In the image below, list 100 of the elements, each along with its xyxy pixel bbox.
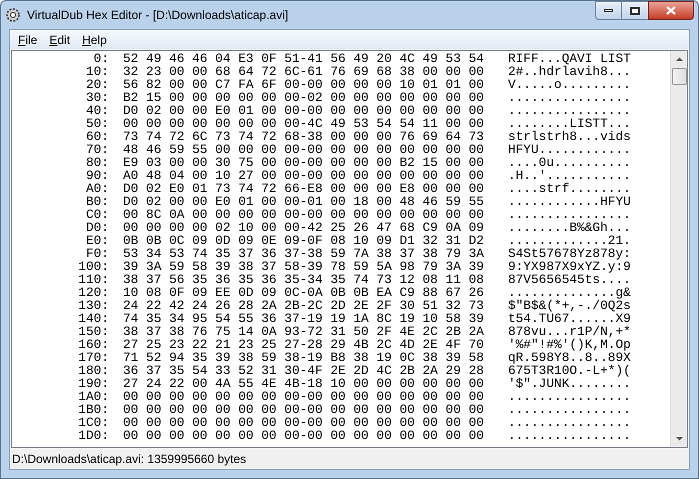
- ascii-text: ................: [508, 91, 631, 104]
- scroll-bar[interactable]: [670, 51, 687, 447]
- offset-label: 1C0:: [77, 416, 109, 429]
- ascii-text: '%#"!#%'()K,M.Op: [508, 338, 631, 351]
- ascii-text: HFYU............: [508, 143, 631, 156]
- hex-bytes: E9 03 00 00 30 75 00 00-00 00 00 00 B2 15 00 00: [123, 156, 484, 169]
- offset-label: E0:: [84, 234, 109, 247]
- hex-bytes: 53 34 53 74 35 37 36 37-38 59 7A 38 37 38 79 3A: [123, 247, 484, 260]
- offset-label: 190:: [77, 377, 109, 390]
- hex-bytes: 36 37 35 54 33 52 31 30-4F 2E 2D 4C 2B 2A 29 28: [123, 364, 484, 377]
- hex-bytes: 10 08 0F 09 EE 0D 09 0C-0A 0B 0B EA C9 88 67 26: [123, 286, 484, 299]
- hex-bytes: 00 00 00 00 00 00 00 00-00 00 00 00 00 00 00 00: [123, 416, 484, 429]
- menu-item[interactable]: Help: [76, 30, 113, 48]
- ascii-text: ................: [508, 390, 631, 403]
- offset-label: 180:: [77, 364, 109, 377]
- hex-bytes: 27 24 22 00 4A 55 4E 4B-18 10 00 00 00 00 00 00: [123, 377, 484, 390]
- minimize-button[interactable]: [595, 1, 622, 20]
- offset-label: 90:: [84, 169, 109, 182]
- hex-bytes: 27 25 23 22 21 23 25 27-28 29 4B 2C 4D 2E 4F 70: [123, 338, 484, 351]
- ascii-text: $"B$&(*+,-./0Q2s: [508, 299, 631, 312]
- scroll-thumb[interactable]: [672, 68, 686, 85]
- hex-bytes: 56 82 00 00 C7 FA 6F 00-00 00 00 00 10 01 01 00: [123, 78, 484, 91]
- close-icon: [666, 6, 676, 15]
- offset-label: 120:: [77, 286, 109, 299]
- ascii-text: 878vu...r1P/N,+*: [508, 325, 631, 338]
- offset-label: 60:: [84, 130, 109, 143]
- offset-label: 140:: [77, 312, 109, 325]
- hex-bytes: 24 22 42 24 26 28 2A 2B-2C 2D 2E 2F 30 51 32 73: [123, 299, 484, 312]
- hex-bytes: 00 8C 0A 00 00 00 00 00-00 00 00 00 00 00 00 00: [123, 208, 484, 221]
- ascii-text: ................: [508, 104, 631, 117]
- offset-label: 100:: [77, 260, 109, 273]
- ascii-text: .H..'...........: [508, 169, 631, 182]
- offset-label: C0:: [84, 208, 109, 221]
- maximize-button[interactable]: [622, 1, 648, 20]
- offset-label: 10:: [84, 65, 109, 78]
- ascii-text: ................: [508, 208, 631, 221]
- offset-label: 1D0:: [77, 429, 109, 442]
- hex-bytes: 0B 0B 0C 09 0D 09 0E 09-0F 08 10 09 D1 32 31 D2: [123, 234, 484, 247]
- offset-label: D0:: [84, 221, 109, 234]
- offset-label: 1B0:: [77, 403, 109, 416]
- hex-bytes: A0 48 04 00 10 27 00 00-00 00 00 00 00 00 00 00: [123, 169, 484, 182]
- offset-label: 150:: [77, 325, 109, 338]
- offset-label: 40:: [84, 104, 109, 117]
- offset-label: 110:: [77, 273, 109, 286]
- ascii-text: ..............g&: [508, 286, 631, 299]
- ascii-text: ....strf........: [508, 182, 631, 195]
- hex-bytes: 00 00 00 00 00 00 00 00-00 00 00 00 00 00 00 00: [123, 403, 484, 416]
- ascii-text: ........B%&Gh...: [508, 221, 631, 234]
- ascii-text: ........LISTT...: [508, 117, 631, 130]
- offset-label: B0:: [84, 195, 109, 208]
- ascii-text: 9:YX987X9xYZ.y:9: [508, 260, 631, 273]
- offset-label: 70:: [84, 143, 109, 156]
- window-title: VirtualDub Hex Editor - [D:\Downloads\aticap.avi]: [27, 7, 288, 24]
- hex-bytes: 74 35 34 95 54 55 36 37-19 19 1A 8C 19 10 58 39: [123, 312, 484, 325]
- offset-label: 1A0:: [77, 390, 109, 403]
- hex-bytes: 73 74 72 6C 73 74 72 68-38 00 00 00 76 69 64 73: [123, 130, 484, 143]
- close-button[interactable]: [648, 1, 694, 20]
- menu-item[interactable]: File: [12, 30, 44, 48]
- ascii-text: 2#..hdrlavih8...: [508, 65, 631, 78]
- hex-bytes: 38 37 38 76 75 14 0A 93-72 31 50 2F 4E 2C 2B 2A: [123, 325, 484, 338]
- ascii-text: ................: [508, 403, 631, 416]
- hex-bytes: B2 15 00 00 00 00 00 00-02 00 00 00 00 00 00 00: [123, 91, 484, 104]
- status-text: D:\Downloads\aticap.avi: 1359995660 bytes: [12, 450, 246, 468]
- offset-label: 170:: [77, 351, 109, 364]
- offset-label: 30:: [84, 91, 109, 104]
- hex-bytes: 38 37 56 35 36 35 36 35-34 35 74 73 12 08 11 08: [123, 273, 484, 286]
- hex-bytes: 00 00 00 00 02 10 00 00-42 25 26 47 68 C9 0A 09: [123, 221, 484, 234]
- offset-label: 20:: [84, 78, 109, 91]
- hex-bytes: 52 49 46 46 04 E3 0F 51-41 56 49 20 4C 49 53 54: [123, 52, 484, 65]
- hex-bytes: 00 00 00 00 00 00 00 00-00 00 00 00 00 00 00 00: [123, 429, 484, 442]
- hex-bytes: 48 46 59 55 00 00 00 00-00 00 00 00 00 00 00 00: [123, 143, 484, 156]
- hex-bytes: 32 23 00 00 68 64 72 6C-61 76 69 68 38 00 00 00: [123, 65, 484, 78]
- ascii-text: ....0u..........: [508, 156, 631, 169]
- offset-label: A0:: [84, 182, 109, 195]
- ascii-text: 87V5656545ts....: [508, 273, 631, 286]
- offset-label: 130:: [77, 299, 109, 312]
- ascii-text: '$".JUNK........: [508, 377, 631, 390]
- ascii-text: RIFF...QAVI LIST: [508, 52, 631, 65]
- offset-label: 160:: [77, 338, 109, 351]
- offset-label: 0:: [92, 52, 109, 65]
- ascii-text: 675T3R10O.-L+*)(: [508, 364, 631, 377]
- hex-bytes: 39 3A 59 58 39 38 37 58-39 78 59 5A 98 79 3A 39: [123, 260, 484, 273]
- ascii-text: V.....o.........: [508, 78, 631, 91]
- hex-bytes: D0 02 E0 01 73 74 72 66-E8 00 00 00 E8 00 00 00: [123, 182, 484, 195]
- hex-bytes: 71 52 94 35 39 38 59 38-19 B8 38 19 0C 38 39 58: [123, 351, 484, 364]
- ascii-text: strlstrh8...vids: [508, 130, 631, 143]
- ascii-text: t54.TU67......X9: [508, 312, 631, 325]
- hex-bytes: D0 02 00 00 E0 01 00 00-00 00 00 00 00 00 00 00: [123, 104, 484, 117]
- ascii-text: .............21.: [508, 234, 631, 247]
- hex-bytes: 00 00 00 00 00 00 00 00-4C 49 53 54 54 11 00 00: [123, 117, 484, 130]
- hex-bytes: D0 02 00 00 E0 01 00 00-01 00 18 00 48 46 59 55: [123, 195, 484, 208]
- hex-bytes: 00 00 00 00 00 00 00 00-00 00 00 00 00 00 00 00: [123, 390, 484, 403]
- offset-label: 80:: [84, 156, 109, 169]
- gear-icon: [5, 7, 21, 23]
- ascii-text: S4St57678Yz878y:: [508, 247, 631, 260]
- ascii-text: qR.598Y8..8..89X: [508, 351, 631, 364]
- menu-item[interactable]: Edit: [43, 30, 76, 48]
- offset-label: F0:: [84, 247, 109, 260]
- ascii-text: ................: [508, 429, 631, 442]
- ascii-text: ................: [508, 416, 631, 429]
